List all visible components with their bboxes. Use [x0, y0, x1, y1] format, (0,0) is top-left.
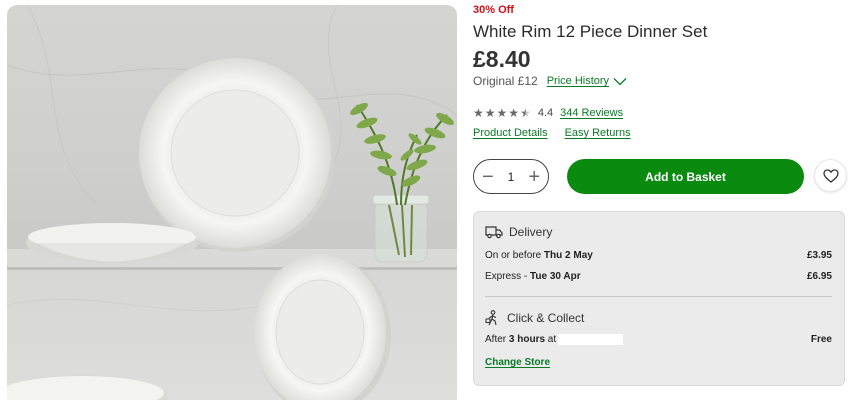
easy-returns-link[interactable]: Easy Returns	[565, 127, 631, 139]
quantity-value[interactable]: 1	[508, 170, 515, 184]
delivery-option-date: Tue 30 Apr	[530, 271, 581, 282]
delivery-option: Express - Tue 30 Apr £6.95	[485, 271, 832, 282]
delivery-truck-icon	[485, 226, 503, 239]
star-icon: ★	[473, 106, 484, 120]
rating-row: ★ ★ ★ ★ ★ 4.4 344 Reviews	[473, 107, 623, 119]
delivery-option-prefix: On or before	[485, 250, 544, 261]
plus-icon[interactable]: +	[528, 167, 540, 187]
price-history-label: Price History	[546, 75, 610, 87]
click-collect-cost: Free	[810, 334, 832, 345]
product-info: 30% Off White Rim 12 Piece Dinner Set £8…	[473, 0, 853, 400]
star-rating: ★ ★ ★ ★ ★	[473, 107, 531, 119]
rating-value: 4.4	[537, 107, 554, 119]
chevron-down-icon	[613, 77, 627, 85]
click-collect-heading: Click & Collect	[507, 311, 585, 325]
delivery-panel: Delivery On or before Thu 2 May £3.95 Ex…	[473, 211, 845, 386]
delivery-option-date: Thu 2 May	[543, 250, 593, 261]
star-icon: ★	[508, 106, 520, 120]
star-icon: ★	[484, 106, 496, 120]
wishlist-button[interactable]	[815, 160, 846, 191]
minus-icon[interactable]: −	[482, 167, 494, 187]
reviews-link[interactable]: 344 Reviews	[560, 107, 623, 119]
click-collect-text: After 3 hours at	[485, 334, 624, 346]
delivery-heading-row: Delivery	[485, 225, 552, 239]
delivery-option-prefix: Express -	[485, 271, 531, 282]
delivery-option-text: Express - Tue 30 Apr	[485, 271, 581, 282]
product-image	[7, 5, 457, 400]
dinner-set-photo	[7, 5, 457, 400]
product-links: Product Details Easy Returns	[473, 127, 631, 139]
add-to-basket-button[interactable]: Add to Basket	[567, 159, 804, 194]
delivery-option-text: On or before Thu 2 May	[485, 250, 593, 261]
click-collect-heading-row: Click & Collect	[485, 310, 584, 326]
click-collect-suffix: at	[545, 334, 557, 346]
product-details-link[interactable]: Product Details	[473, 127, 548, 139]
star-half-icon: ★	[520, 106, 531, 120]
delivery-heading: Delivery	[509, 225, 553, 239]
click-collect-time: 3 hours	[508, 334, 546, 346]
store-name-redacted	[558, 334, 624, 345]
click-collect-prefix: After	[485, 334, 509, 346]
current-price: £8.40	[473, 46, 531, 72]
original-price: Original £12	[473, 74, 538, 88]
price-history-link[interactable]: Price History	[547, 75, 627, 87]
discount-badge: 30% Off	[473, 4, 514, 16]
star-icon: ★	[496, 106, 508, 120]
panel-divider	[485, 296, 832, 297]
change-store-link[interactable]: Change Store	[485, 357, 550, 368]
delivery-option-cost: £3.95	[806, 250, 832, 261]
heart-icon	[822, 168, 839, 183]
quantity-stepper: − 1 +	[473, 159, 549, 194]
click-collect-icon	[485, 310, 497, 326]
delivery-option-cost: £6.95	[806, 271, 832, 282]
delivery-option: On or before Thu 2 May £3.95	[485, 250, 832, 261]
original-price-row: Original £12 Price History	[473, 74, 627, 88]
click-collect-option: After 3 hours at Free	[485, 334, 832, 345]
product-title: White Rim 12 Piece Dinner Set	[473, 22, 708, 41]
